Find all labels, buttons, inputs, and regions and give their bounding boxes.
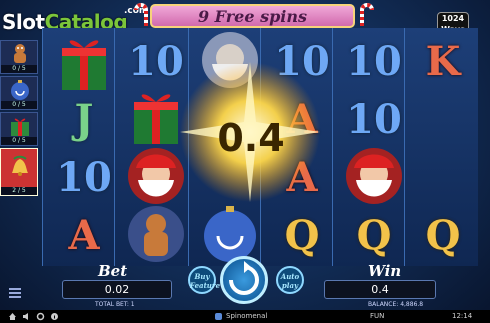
collect-item-gift: 0 / 5 — [0, 112, 38, 146]
autoplay-button[interactable]: Auto play — [276, 266, 304, 294]
candy-cane-left-icon — [134, 3, 148, 26]
symbol-gift-icon — [62, 40, 106, 90]
bet-label: Bet — [98, 262, 128, 280]
home-icon[interactable] — [8, 312, 17, 321]
play-mode: FUN — [370, 312, 385, 320]
collect-item-bell: 2 / 5 — [0, 148, 38, 196]
balance-text: BALANCE: 4,886.8 — [368, 301, 424, 308]
collect-count: 0 / 5 — [1, 65, 37, 73]
collect-count: 0 / 5 — [1, 137, 37, 145]
spin-arrow-icon — [229, 261, 259, 295]
bell-icon — [12, 155, 28, 176]
reel-1: J 10 A — [42, 28, 124, 266]
win-label: Win — [368, 262, 402, 280]
bet-value-field[interactable]: 0.02 — [62, 280, 172, 299]
collect-count: 0 / 5 — [1, 101, 37, 109]
win-burst-amount: 0.4 — [217, 116, 285, 160]
free-spins-banner: 9 Free spins — [150, 4, 355, 28]
total-bet-text: TOTAL BET: 1 — [95, 301, 135, 308]
symbol-letter: 10 — [346, 96, 402, 143]
symbol-gingerbread-icon — [128, 206, 184, 262]
symbol-ornament-icon — [204, 206, 256, 262]
info-icon[interactable] — [50, 312, 59, 321]
symbol-letter: Q — [356, 212, 392, 259]
buy-feature-button[interactable]: Buy Feature — [188, 266, 220, 294]
symbol-letter: 10 — [346, 38, 402, 85]
spinomenal-logo-icon — [215, 313, 222, 320]
symbol-letter: J — [74, 96, 94, 143]
gingerbread-icon — [14, 44, 26, 63]
reel-6: K Q — [404, 28, 478, 266]
symbol-letter: A — [68, 212, 100, 259]
clock: 12:14 — [452, 312, 473, 320]
logo-text-slot: Slot — [2, 10, 45, 34]
symbol-santa-icon — [346, 148, 402, 204]
provider-brand: Spinomenal — [226, 312, 268, 320]
status-bar: Spinomenal FUN 12:14 — [0, 310, 490, 323]
spin-button[interactable] — [220, 256, 268, 304]
collect-count: 2 / 5 — [1, 187, 37, 195]
candy-cane-right-icon — [360, 3, 374, 26]
collect-item-gingerbread: 0 / 5 — [0, 40, 38, 74]
menu-icon[interactable] — [8, 286, 22, 300]
sound-icon[interactable] — [22, 312, 31, 321]
symbol-letter: Q — [284, 212, 320, 259]
collect-item-ornament: 0 / 5 — [0, 76, 38, 110]
symbol-letter: 10 — [56, 154, 112, 201]
win-value-display: 0.4 — [324, 280, 436, 299]
reel-5: 10 10 Q — [332, 28, 414, 266]
symbol-letter: K — [425, 38, 461, 85]
ornament-icon — [11, 80, 29, 100]
gift-icon — [11, 118, 29, 136]
ways-count: 1024 — [441, 14, 465, 23]
settings-icon[interactable] — [36, 312, 45, 321]
symbol-letter: Q — [425, 212, 461, 259]
